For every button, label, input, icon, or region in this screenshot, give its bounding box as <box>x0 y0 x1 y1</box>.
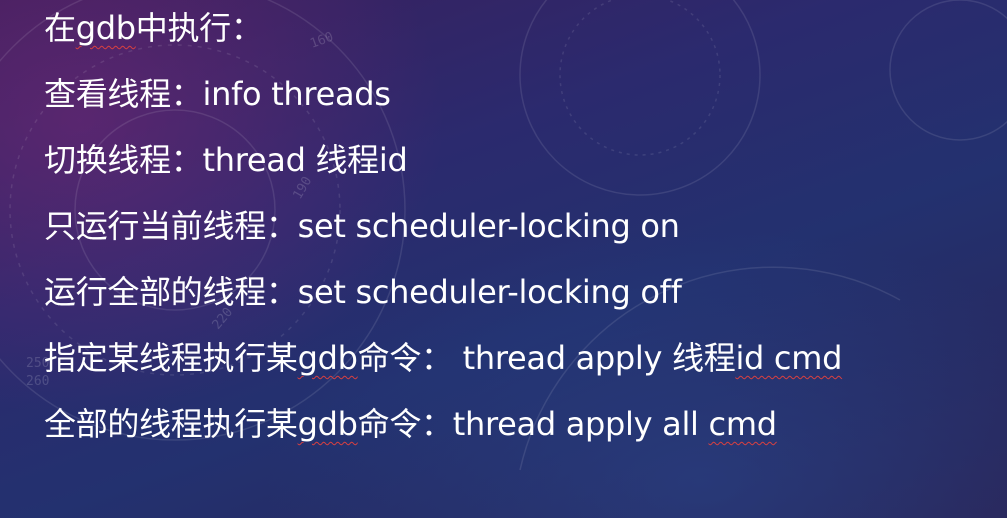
line-text: 命令： thread apply 线程 <box>357 339 736 377</box>
spellcheck-underlined-word: id cmd <box>735 339 843 377</box>
slide-line-locking-on: 只运行当前线程：set scheduler-locking on <box>44 207 680 245</box>
slide-line-apply-all: 全部的线程执行某gdb命令：thread apply all cmd <box>44 404 777 444</box>
line-text: 命令：thread apply all <box>357 405 709 443</box>
spellcheck-underlined-word: gdb <box>75 9 136 47</box>
spellcheck-underlined-word: gdb <box>297 339 358 377</box>
slide-line-run-in-gdb: 在gdb中执行： <box>44 8 263 48</box>
spellcheck-underlined-word: gdb <box>297 405 358 443</box>
line-text: 全部的线程执行某 <box>44 405 298 443</box>
spellcheck-underlined-word: cmd <box>708 405 777 443</box>
slide-line-info-threads: 查看线程：info threads <box>44 75 391 113</box>
slide-line-apply-thread: 指定某线程执行某gdb命令： thread apply 线程id cmd <box>44 338 842 378</box>
line-text: 指定某线程执行某 <box>44 339 298 377</box>
slide-line-switch-thread: 切换线程：thread 线程id <box>44 141 408 179</box>
slide-content: 在gdb中执行： 查看线程：info threads 切换线程：thread 线… <box>0 0 1007 518</box>
slide-line-locking-off: 运行全部的线程：set scheduler-locking off <box>44 273 682 311</box>
line-text: 中执行： <box>135 9 263 47</box>
line-text: 在 <box>44 9 76 47</box>
